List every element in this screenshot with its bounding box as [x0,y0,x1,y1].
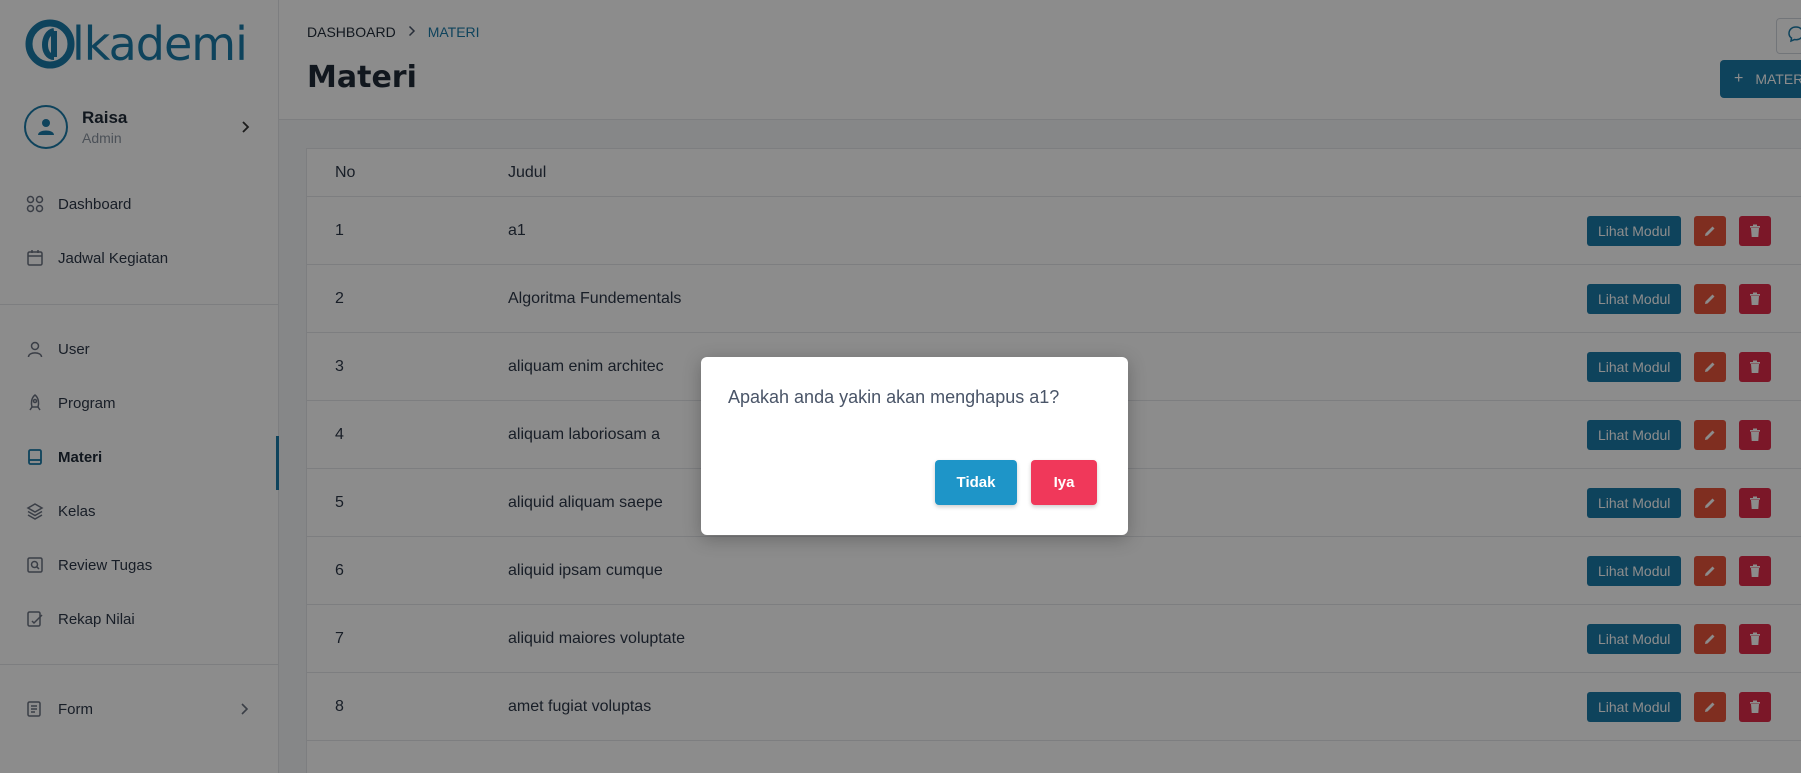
confirm-delete-dialog: Apakah anda yakin akan menghapus a1? Tid… [701,357,1128,535]
cancel-button[interactable]: Tidak [935,460,1017,505]
confirm-button[interactable]: Iya [1031,460,1097,505]
modal-overlay[interactable]: Apakah anda yakin akan menghapus a1? Tid… [0,0,1801,773]
dialog-message: Apakah anda yakin akan menghapus a1? [728,387,1060,407]
